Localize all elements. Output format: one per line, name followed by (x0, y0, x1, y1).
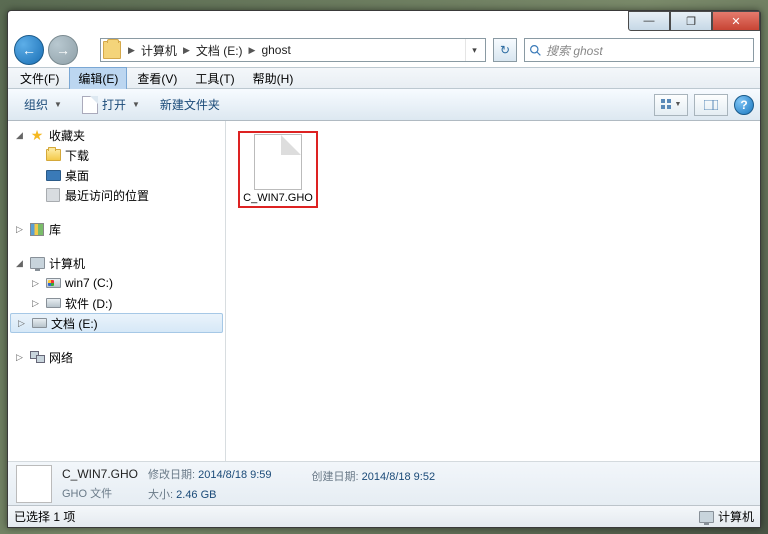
breadcrumb[interactable]: 文档 (E:) (193, 42, 246, 59)
document-icon (82, 96, 98, 114)
tree-node-recent[interactable]: 最近访问的位置 (8, 185, 225, 205)
computer-group: ◢ 计算机 ▷ win7 (C:) ▷ 软件 (D:) ▷ 文档 (8, 253, 225, 333)
open-button[interactable]: 打开▼ (72, 92, 150, 118)
menu-help[interactable]: 帮助(H) (245, 68, 302, 89)
tree-label: win7 (C:) (65, 276, 113, 290)
details-size-value: 2.46 GB (176, 489, 216, 501)
folder-icon (103, 41, 121, 59)
star-icon: ★ (29, 127, 45, 143)
chevron-right-icon: ▶ (128, 45, 135, 56)
new-folder-button[interactable]: 新建文件夹 (150, 92, 230, 117)
menu-view[interactable]: 查看(V) (129, 68, 185, 89)
collapse-icon[interactable]: ◢ (14, 130, 25, 141)
maximize-button[interactable]: ❐ (670, 11, 712, 31)
forward-button[interactable]: → (48, 35, 78, 65)
chevron-right-icon: ▶ (249, 45, 256, 56)
breadcrumb[interactable]: 计算机 (138, 42, 180, 59)
search-icon (529, 44, 542, 57)
favorites-group: ◢ ★ 收藏夹 下载 桌面 最近访问的位置 (8, 125, 225, 205)
status-location: 计算机 (718, 508, 754, 525)
file-icon (254, 134, 302, 190)
file-name-label: C_WIN7.GHO (243, 192, 313, 205)
details-pane: C_WIN7.GHO GHO 文件 修改日期: 2014/8/18 9:59 大… (8, 461, 760, 505)
navigation-pane: ◢ ★ 收藏夹 下载 桌面 最近访问的位置 (8, 121, 226, 461)
tree-node-desktop[interactable]: 桌面 (8, 165, 225, 185)
back-button[interactable]: ← (14, 35, 44, 65)
menu-bar: 文件(F) 编辑(E) 查看(V) 工具(T) 帮助(H) (8, 67, 760, 89)
preview-pane-button[interactable] (694, 94, 728, 116)
details-created-value: 2014/8/18 9:52 (362, 471, 435, 483)
tree-node-downloads[interactable]: 下载 (8, 145, 225, 165)
drive-icon (46, 278, 61, 288)
tree-node-computer[interactable]: ◢ 计算机 (8, 253, 225, 273)
command-bar: 组织▼ 打开▼ 新建文件夹 ▼ ? (8, 89, 760, 121)
tree-label: 计算机 (49, 255, 85, 272)
refresh-button[interactable]: ↻ (493, 38, 517, 62)
help-button[interactable]: ? (734, 95, 754, 115)
details-filetype: GHO 文件 (62, 485, 138, 501)
tree-label: 下载 (65, 147, 89, 164)
view-options-button[interactable]: ▼ (654, 94, 688, 116)
tree-node-favorites[interactable]: ◢ ★ 收藏夹 (8, 125, 225, 145)
details-size-label: 大小: (148, 489, 173, 501)
drive-icon (46, 298, 61, 308)
chevron-right-icon: ▶ (183, 45, 190, 56)
tree-node-network[interactable]: ▷ 网络 (8, 347, 225, 367)
expand-icon[interactable]: ▷ (14, 352, 25, 363)
downloads-icon (46, 149, 61, 161)
menu-tools[interactable]: 工具(T) (187, 68, 242, 89)
tree-label: 网络 (49, 349, 73, 366)
network-group: ▷ 网络 (8, 347, 225, 367)
file-list-area[interactable]: C_WIN7.GHO (226, 121, 760, 461)
expand-icon[interactable]: ▷ (16, 318, 27, 329)
tree-label: 收藏夹 (49, 127, 85, 144)
tree-node-drive-e[interactable]: ▷ 文档 (E:) (10, 313, 223, 333)
preview-pane-icon (704, 100, 718, 110)
tree-label: 库 (49, 221, 61, 238)
menu-file[interactable]: 文件(F) (12, 68, 67, 89)
status-bar: 已选择 1 项 计算机 (8, 505, 760, 527)
expand-icon[interactable]: ▷ (30, 278, 41, 289)
tree-label: 桌面 (65, 167, 89, 184)
address-bar[interactable]: ▶ 计算机 ▶ 文档 (E:) ▶ ghost ▾ (100, 38, 486, 62)
explorer-window: — ❐ ✕ ← → ▼ ▶ 计算机 ▶ 文档 (E:) ▶ ghost ▾ ↻ … (7, 10, 761, 528)
libraries-icon (30, 223, 44, 236)
system-buttons: — ❐ ✕ (628, 11, 760, 31)
search-input[interactable]: 搜索 ghost (524, 38, 754, 62)
history-dropdown[interactable]: ▼ (82, 38, 96, 62)
icons-view-icon (661, 99, 673, 111)
network-icon (30, 351, 45, 363)
status-selection: 已选择 1 项 (14, 508, 75, 525)
expand-icon[interactable]: ▷ (30, 298, 41, 309)
tree-label: 文档 (E:) (51, 315, 98, 332)
details-modified-value: 2014/8/18 9:59 (198, 469, 271, 481)
close-button[interactable]: ✕ (712, 11, 760, 31)
navigation-bar: ← → ▼ ▶ 计算机 ▶ 文档 (E:) ▶ ghost ▾ ↻ 搜索 gho… (8, 33, 760, 67)
details-filename: C_WIN7.GHO (62, 467, 138, 481)
breadcrumb[interactable]: ghost (258, 43, 293, 57)
body-area: ◢ ★ 收藏夹 下载 桌面 最近访问的位置 (8, 121, 760, 461)
expand-icon[interactable]: ▷ (14, 224, 25, 235)
recent-places-icon (46, 188, 60, 202)
collapse-icon[interactable]: ◢ (14, 258, 25, 269)
tree-node-drive-c[interactable]: ▷ win7 (C:) (8, 273, 225, 293)
menu-edit[interactable]: 编辑(E) (69, 67, 127, 90)
libraries-group: ▷ 库 (8, 219, 225, 239)
desktop-icon (46, 170, 61, 181)
file-item[interactable]: C_WIN7.GHO (238, 131, 318, 208)
tree-node-libraries[interactable]: ▷ 库 (8, 219, 225, 239)
organize-button[interactable]: 组织▼ (14, 92, 72, 117)
file-thumbnail (16, 465, 52, 503)
tree-label: 最近访问的位置 (65, 187, 149, 204)
details-created-label: 创建日期: (312, 471, 359, 483)
minimize-button[interactable]: — (628, 11, 670, 31)
search-placeholder: 搜索 ghost (546, 42, 603, 59)
details-modified-label: 修改日期: (148, 469, 195, 481)
tree-label: 软件 (D:) (65, 295, 112, 312)
computer-icon (30, 257, 45, 269)
address-dropdown[interactable]: ▾ (465, 39, 483, 61)
tree-node-drive-d[interactable]: ▷ 软件 (D:) (8, 293, 225, 313)
drive-icon (32, 318, 47, 328)
computer-icon (699, 511, 714, 523)
